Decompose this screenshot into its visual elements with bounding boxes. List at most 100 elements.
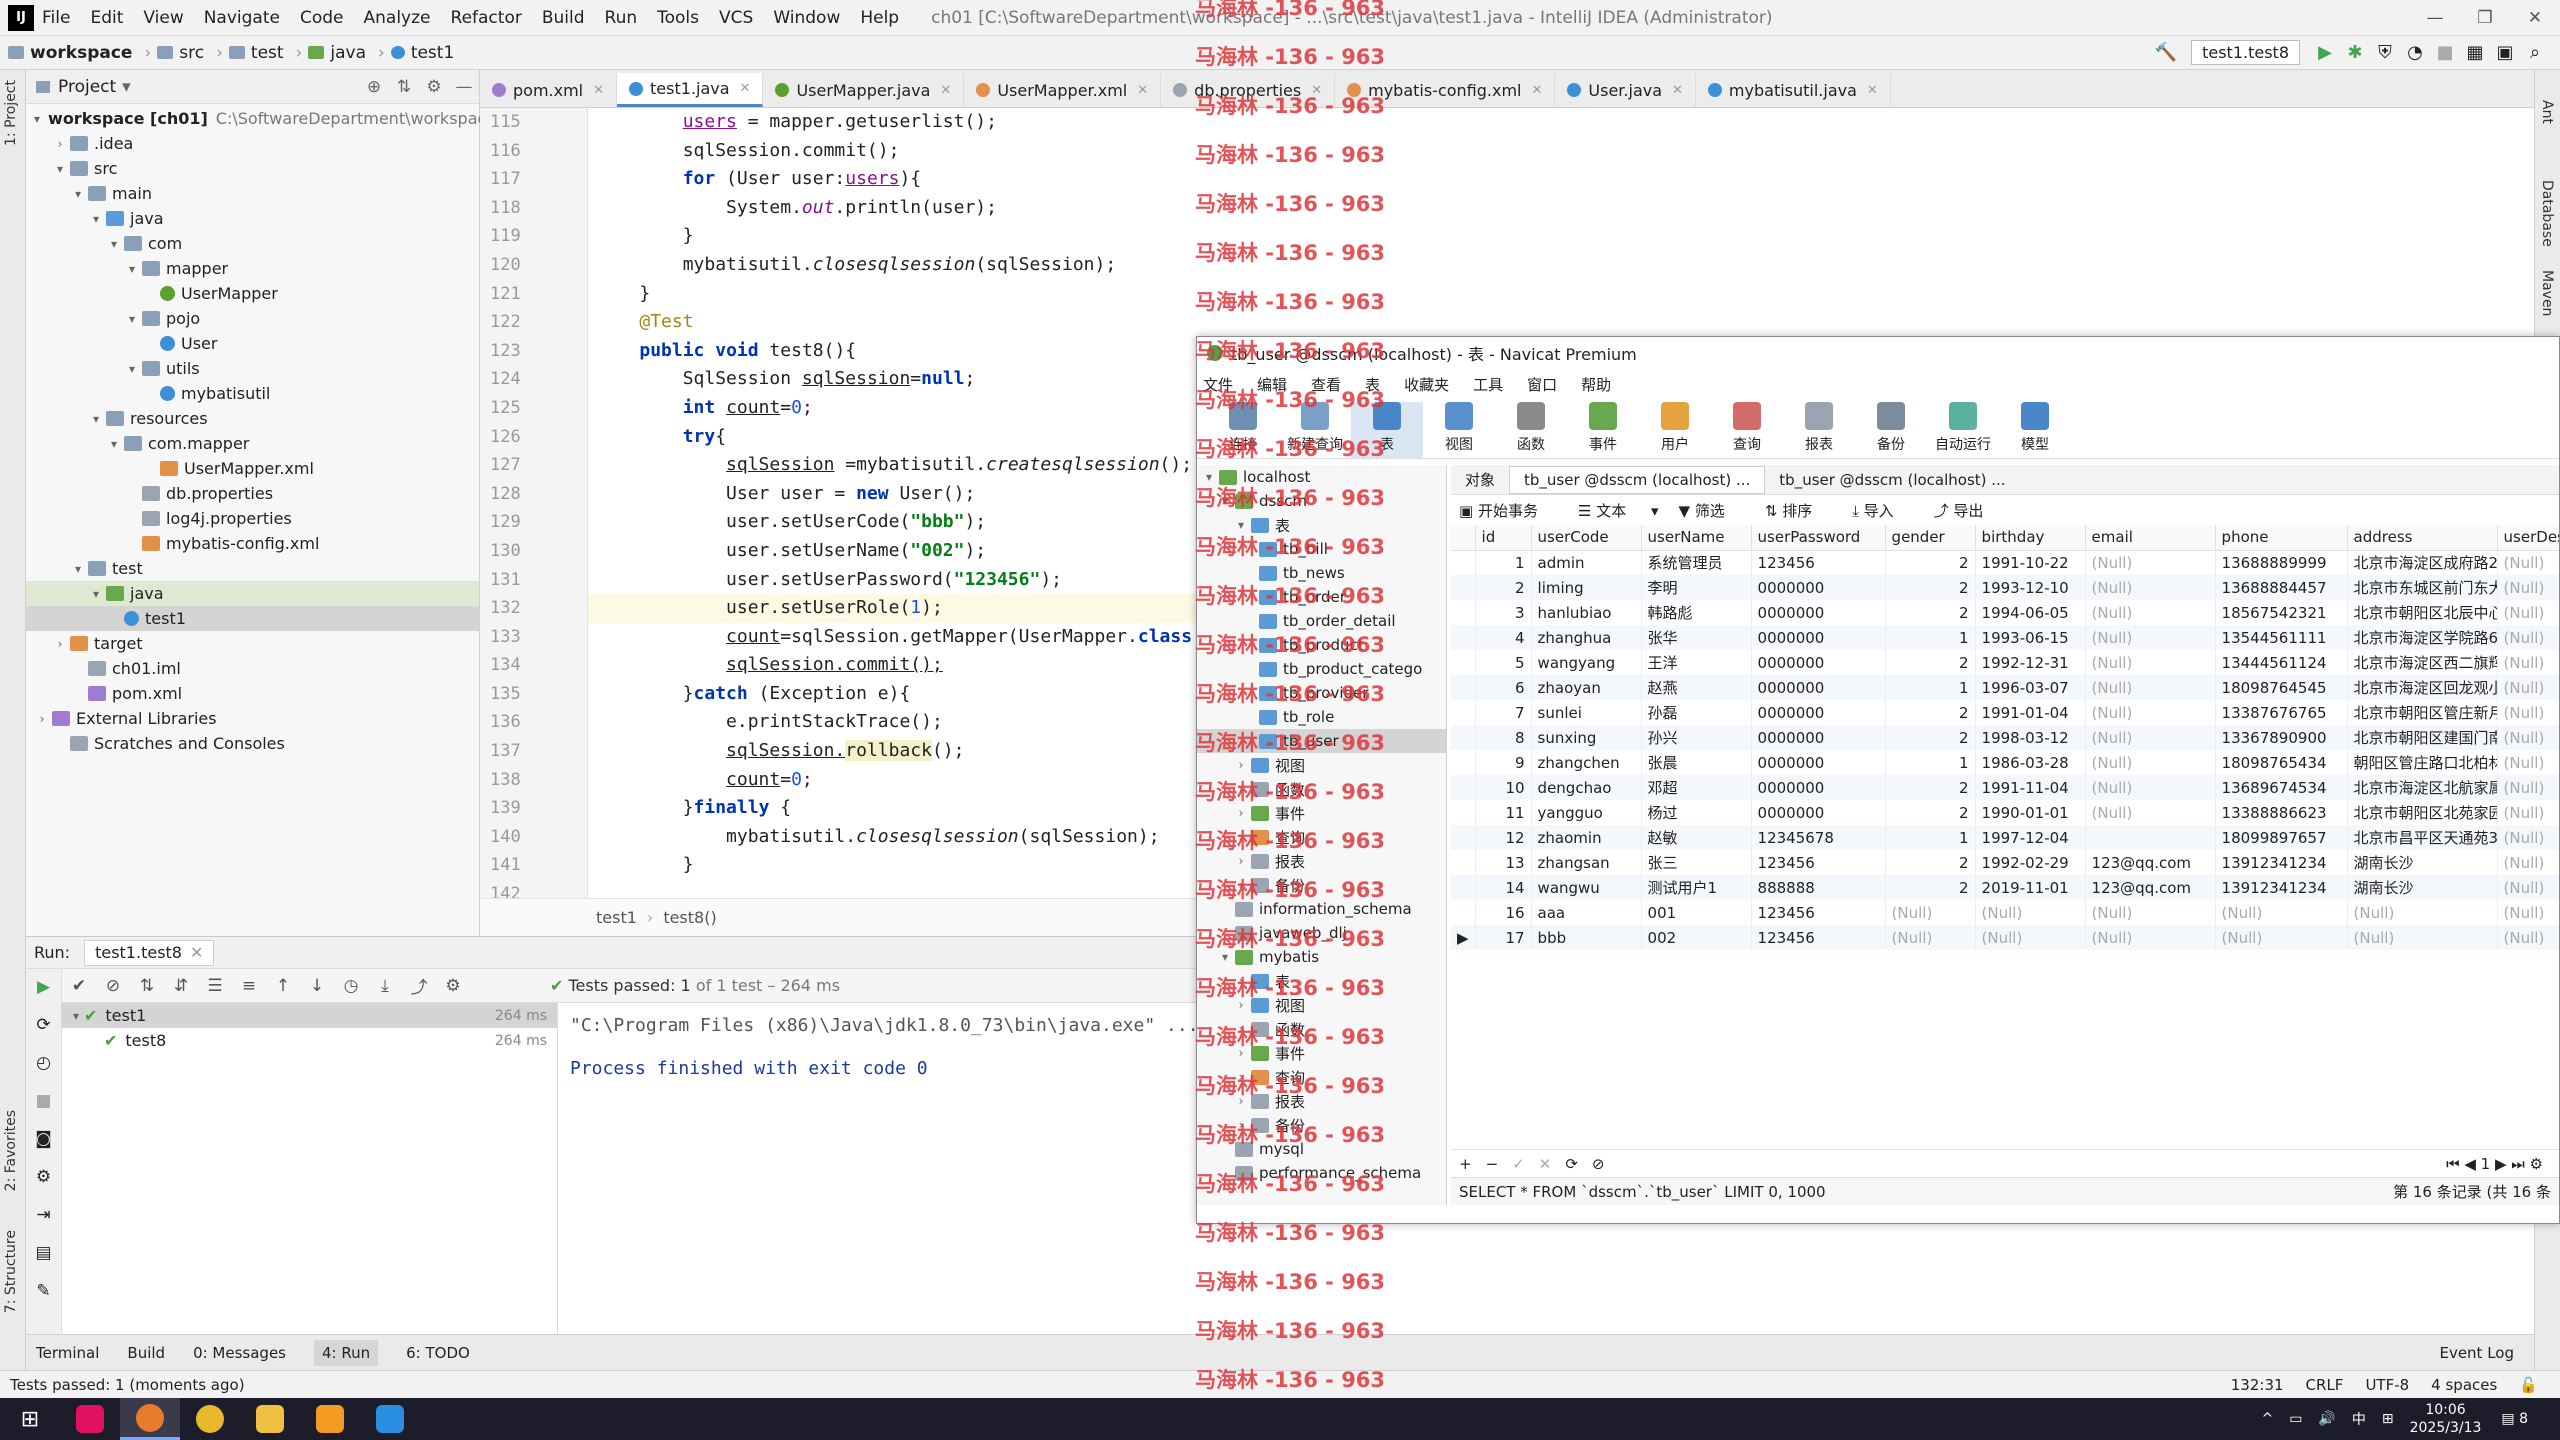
table-row[interactable]: 9 zhangchen 张晨 0000000 1 1986-03-28 (Null) 1809…	[1451, 750, 2559, 775]
close-tab-icon[interactable]: ✕	[190, 943, 203, 962]
table-cell[interactable]: (Null)	[2215, 925, 2348, 950]
profile-icon[interactable]: ◔	[2400, 42, 2430, 63]
menu-help[interactable]: Help	[860, 8, 899, 28]
tree-node-test[interactable]: ▾ test	[26, 556, 479, 581]
table-cell[interactable]: (Null)	[2085, 600, 2216, 625]
table-cell[interactable]: 12	[1475, 825, 1532, 850]
tree-node-mapper[interactable]: ▾ mapper	[26, 256, 479, 281]
table-cell[interactable]: 湖南长沙	[2347, 875, 2498, 900]
table-cell[interactable]: (Null)	[2085, 725, 2216, 750]
crumb-java[interactable]: java	[308, 43, 366, 63]
close-tab-icon[interactable]: ✕	[1137, 83, 1148, 98]
table-cell[interactable]: aaa	[1531, 900, 1642, 925]
prev-test-icon[interactable]: ↑	[266, 976, 300, 996]
nv-mybatis-views[interactable]: › 视图	[1197, 993, 1446, 1017]
table-cell[interactable]: 123456	[1751, 900, 1886, 925]
stop-icon[interactable]: ⊘	[1592, 1155, 1605, 1173]
nv-mybatis-queries[interactable]: › 查询	[1197, 1065, 1446, 1089]
begin-transaction-button[interactable]: ▣ 开始事务	[1459, 500, 1558, 521]
nv-node-dsscm[interactable]: ▾ dsscm	[1197, 489, 1446, 513]
auto-run-button[interactable]: 自动运行	[1927, 402, 1999, 458]
sort-alpha-icon[interactable]: ⇅	[130, 976, 164, 996]
grid-column-header[interactable]: birthday	[1975, 525, 2086, 551]
tree-node-utils[interactable]: ▾ utils	[26, 356, 479, 381]
table-cell[interactable]: (Null)	[1885, 900, 1976, 925]
table-cell[interactable]: 001	[1641, 900, 1752, 925]
table-row[interactable]: ▶ 17 bbb 002 123456 (Null) (Null) (Null) (Null)(…	[1451, 925, 2559, 950]
grid-column-header[interactable]: address	[2347, 525, 2498, 551]
table-cell[interactable]: (Null)	[2347, 900, 2498, 925]
table-cell[interactable]: sunxing	[1531, 725, 1642, 750]
table-cell[interactable]: (Null)	[2085, 650, 2216, 675]
table-cell[interactable]: 李明	[1641, 575, 1752, 600]
menu-window[interactable]: Window	[773, 8, 840, 28]
table-cell[interactable]: zhanghua	[1531, 625, 1642, 650]
maven-tool-button[interactable]: Maven	[2539, 270, 2555, 316]
table-button[interactable]: 表	[1351, 402, 1423, 458]
tray-chevron-icon[interactable]: ^	[2261, 1411, 2273, 1427]
hide-panel-icon[interactable]: —	[449, 77, 479, 97]
table-cell[interactable]: (Null)	[2215, 900, 2348, 925]
view-button[interactable]: 视图	[1423, 402, 1495, 458]
menu-analyze[interactable]: Analyze	[364, 8, 431, 28]
table-cell[interactable]: 1993-12-10	[1975, 575, 2086, 600]
nv-menu-favorites[interactable]: 收藏夹	[1404, 374, 1449, 395]
table-cell[interactable]: 9	[1475, 750, 1532, 775]
table-cell[interactable]: (Null)	[2085, 925, 2216, 950]
table-cell[interactable]: (Null)	[1975, 925, 2086, 950]
table-cell[interactable]: 0000000	[1751, 725, 1886, 750]
table-cell[interactable]: (Null)	[2497, 800, 2559, 825]
table-cell[interactable]: 888888	[1751, 875, 1886, 900]
navicat-taskbar-icon[interactable]	[120, 1398, 180, 1440]
table-cell[interactable]: (Null)	[2497, 900, 2559, 925]
nv-mybatis-functions[interactable]: › 函数	[1197, 1017, 1446, 1041]
export-button[interactable]: ⤴ 导出	[1934, 500, 2004, 521]
crumb-test[interactable]: test	[228, 43, 284, 63]
nv-table-tb-bill[interactable]: tb_bill	[1197, 537, 1446, 561]
table-cell[interactable]: 1991-10-22	[1975, 550, 2086, 575]
nv-node-views[interactable]: › 视图	[1197, 753, 1446, 777]
line-separator[interactable]: CRLF	[2306, 1376, 2344, 1394]
tree-node-user[interactable]: User	[26, 331, 479, 356]
table-cell[interactable]: (Null)	[2085, 800, 2216, 825]
menu-code[interactable]: Code	[300, 8, 344, 28]
nv-db-mybatis[interactable]: ▾ mybatis	[1197, 945, 1446, 969]
tree-node-mybatis-config[interactable]: mybatis-config.xml	[26, 531, 479, 556]
add-record-icon[interactable]: +	[1459, 1155, 1472, 1173]
table-cell[interactable]: 12345678	[1751, 825, 1886, 850]
table-cell[interactable]: (Null)	[2497, 850, 2559, 875]
table-cell[interactable]: 北京市海淀区回龙观小	[2347, 675, 2498, 700]
table-cell[interactable]: (Null)	[1975, 900, 2086, 925]
crumb-class[interactable]: test1	[596, 908, 637, 927]
table-cell[interactable]: 2	[1885, 800, 1976, 825]
show-passed-icon[interactable]: ✔	[62, 976, 96, 996]
menu-build[interactable]: Build	[542, 8, 585, 28]
expand-all-icon[interactable]: ☰	[198, 976, 232, 996]
table-cell[interactable]: 13912341234	[2215, 875, 2348, 900]
table-cell[interactable]: 北京市海淀区北航家属	[2347, 775, 2498, 800]
table-cell[interactable]: (Null)	[2497, 675, 2559, 700]
tab-user-java[interactable]: User.java ✕	[1555, 73, 1696, 107]
table-cell[interactable]: 1991-01-04	[1975, 700, 2086, 725]
ime-mode-icon[interactable]: ⊞	[2382, 1411, 2394, 1427]
filter-button[interactable]: ▼ 筛选	[1679, 500, 1745, 521]
table-row[interactable]: 4 zhanghua 张华 0000000 1 1993-06-15 (Null) 13544…	[1451, 625, 2559, 650]
close-tab-icon[interactable]: ✕	[1532, 83, 1543, 98]
table-row[interactable]: 11 yangguo 杨过 0000000 2 1990-01-01 (Null) 13388…	[1451, 800, 2559, 825]
grid-column-header[interactable]: userPassword	[1751, 525, 1886, 551]
table-cell[interactable]: 孙兴	[1641, 725, 1752, 750]
table-cell[interactable]: 1996-03-07	[1975, 675, 2086, 700]
nv-table-tb-news[interactable]: tb_news	[1197, 561, 1446, 585]
function-button[interactable]: 函数	[1495, 402, 1567, 458]
table-cell[interactable]: 2	[1885, 850, 1976, 875]
nv-node-events[interactable]: › 事件	[1197, 801, 1446, 825]
favorites-tool-button[interactable]: 2: Favorites	[3, 1110, 19, 1191]
table-cell[interactable]: (Null)	[2497, 700, 2559, 725]
nv-table-tb-provider[interactable]: tb_provider	[1197, 681, 1446, 705]
tree-node-src[interactable]: ▾ src	[26, 156, 479, 181]
chrome-taskbar-icon[interactable]	[180, 1398, 240, 1440]
project-view-select[interactable]: Project	[58, 77, 116, 97]
settings-gear-icon[interactable]: ⚙	[419, 77, 449, 97]
table-cell[interactable]: (Null)	[2085, 750, 2216, 775]
table-cell[interactable]: 123@qq.com	[2085, 875, 2216, 900]
